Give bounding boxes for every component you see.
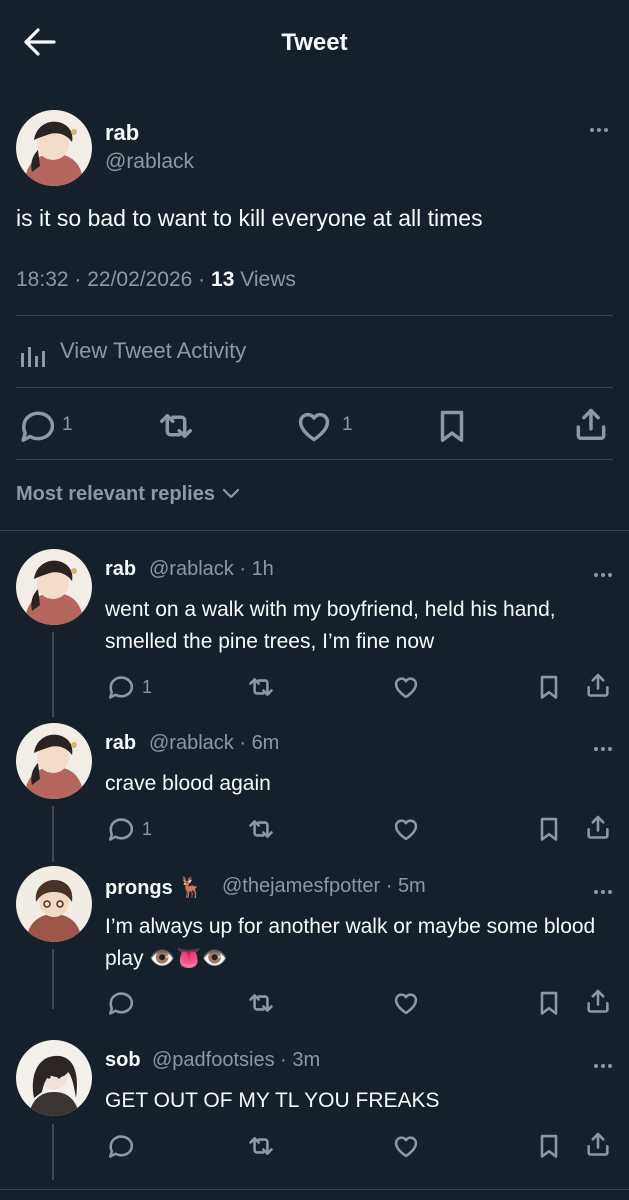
avatar[interactable] bbox=[16, 549, 92, 625]
reply-text: I’m always up for another walk or maybe … bbox=[105, 915, 596, 970]
more-options-icon[interactable] bbox=[592, 566, 614, 584]
divider bbox=[0, 1189, 629, 1190]
reply-author-name[interactable]: rab bbox=[105, 732, 136, 755]
more-options-icon[interactable] bbox=[592, 740, 614, 758]
more-options-icon[interactable] bbox=[592, 883, 614, 901]
like-icon[interactable] bbox=[295, 407, 333, 445]
retweet-icon[interactable] bbox=[157, 407, 195, 445]
divider bbox=[0, 530, 629, 531]
like-icon[interactable] bbox=[392, 815, 420, 843]
reply-count: 1 bbox=[62, 414, 73, 435]
reply-author-handle: @rablack · 6m bbox=[149, 732, 280, 754]
page-title: Tweet bbox=[281, 29, 348, 56]
retweet-icon[interactable] bbox=[247, 673, 275, 701]
thread-line bbox=[52, 806, 54, 862]
reply-author-name[interactable]: sob bbox=[105, 1049, 141, 1072]
reply-icon[interactable] bbox=[105, 673, 133, 701]
like-icon[interactable] bbox=[392, 989, 420, 1017]
reply-icon[interactable] bbox=[105, 989, 133, 1017]
tweet-text: is it so bad to want to kill everyone at… bbox=[16, 205, 483, 231]
view-tweet-activity-label: View Tweet Activity bbox=[60, 338, 247, 363]
avatar[interactable] bbox=[16, 723, 92, 799]
share-icon[interactable] bbox=[584, 671, 612, 699]
tweet-meta: 18:32 · 22/02/2026 · 13 Views bbox=[16, 268, 296, 291]
tweet-time: 18:32 bbox=[16, 268, 69, 291]
like-icon[interactable] bbox=[392, 673, 420, 701]
retweet-icon[interactable] bbox=[247, 1132, 275, 1160]
bar-chart-icon bbox=[19, 339, 49, 369]
reply-icon[interactable] bbox=[105, 815, 133, 843]
sort-replies-dropdown[interactable]: Most relevant replies bbox=[16, 483, 241, 506]
reply-text: went on a walk with my boyfriend, held h… bbox=[105, 598, 556, 653]
reply-icon[interactable] bbox=[105, 1132, 133, 1160]
reply-text: GET OUT OF MY TL YOU FREAKS bbox=[105, 1089, 440, 1112]
sort-label: Most relevant replies bbox=[16, 483, 215, 505]
author-name[interactable]: rab bbox=[105, 120, 139, 146]
retweet-icon[interactable] bbox=[247, 815, 275, 843]
views-label: Views bbox=[240, 268, 296, 291]
bookmark-icon[interactable] bbox=[535, 989, 563, 1017]
avatar[interactable] bbox=[16, 866, 92, 942]
bookmark-icon[interactable] bbox=[535, 815, 563, 843]
thread-line bbox=[52, 949, 54, 1009]
reply-author-handle: @thejamesfpotter · 5m bbox=[222, 875, 426, 897]
reply-author-handle: @padfootsies · 3m bbox=[152, 1049, 321, 1071]
share-icon[interactable] bbox=[572, 405, 610, 443]
reply-author-handle: @rablack · 1h bbox=[149, 558, 274, 580]
reply-author-name[interactable]: rab bbox=[105, 558, 136, 581]
author-handle[interactable]: @rablack bbox=[105, 150, 194, 174]
thread-line bbox=[52, 1124, 54, 1180]
more-options-icon[interactable] bbox=[588, 126, 610, 134]
divider bbox=[16, 459, 613, 460]
more-options-icon[interactable] bbox=[592, 1057, 614, 1075]
bookmark-icon[interactable] bbox=[433, 407, 471, 445]
reply-count: 1 bbox=[142, 677, 153, 697]
reply-text: crave blood again bbox=[105, 772, 271, 795]
avatar[interactable] bbox=[16, 110, 92, 186]
divider bbox=[16, 315, 613, 316]
retweet-icon[interactable] bbox=[247, 989, 275, 1017]
thread-line bbox=[52, 632, 54, 717]
share-icon[interactable] bbox=[584, 987, 612, 1015]
avatar[interactable] bbox=[16, 1040, 92, 1116]
reply-author-name[interactable]: prongs 🦌 bbox=[105, 875, 203, 900]
chevron-down-icon bbox=[221, 486, 241, 500]
share-icon[interactable] bbox=[584, 1130, 612, 1158]
bookmark-icon[interactable] bbox=[535, 673, 563, 701]
like-count: 1 bbox=[342, 414, 353, 435]
tweet-date: 22/02/2026 bbox=[87, 268, 193, 291]
reply-count: 1 bbox=[142, 819, 153, 839]
like-icon[interactable] bbox=[392, 1132, 420, 1160]
bookmark-icon[interactable] bbox=[535, 1132, 563, 1160]
view-count: 13 bbox=[211, 268, 235, 291]
view-tweet-activity-button[interactable]: View Tweet Activity bbox=[16, 336, 316, 372]
share-icon[interactable] bbox=[584, 813, 612, 841]
divider bbox=[16, 387, 613, 388]
reply-icon[interactable] bbox=[16, 407, 54, 445]
